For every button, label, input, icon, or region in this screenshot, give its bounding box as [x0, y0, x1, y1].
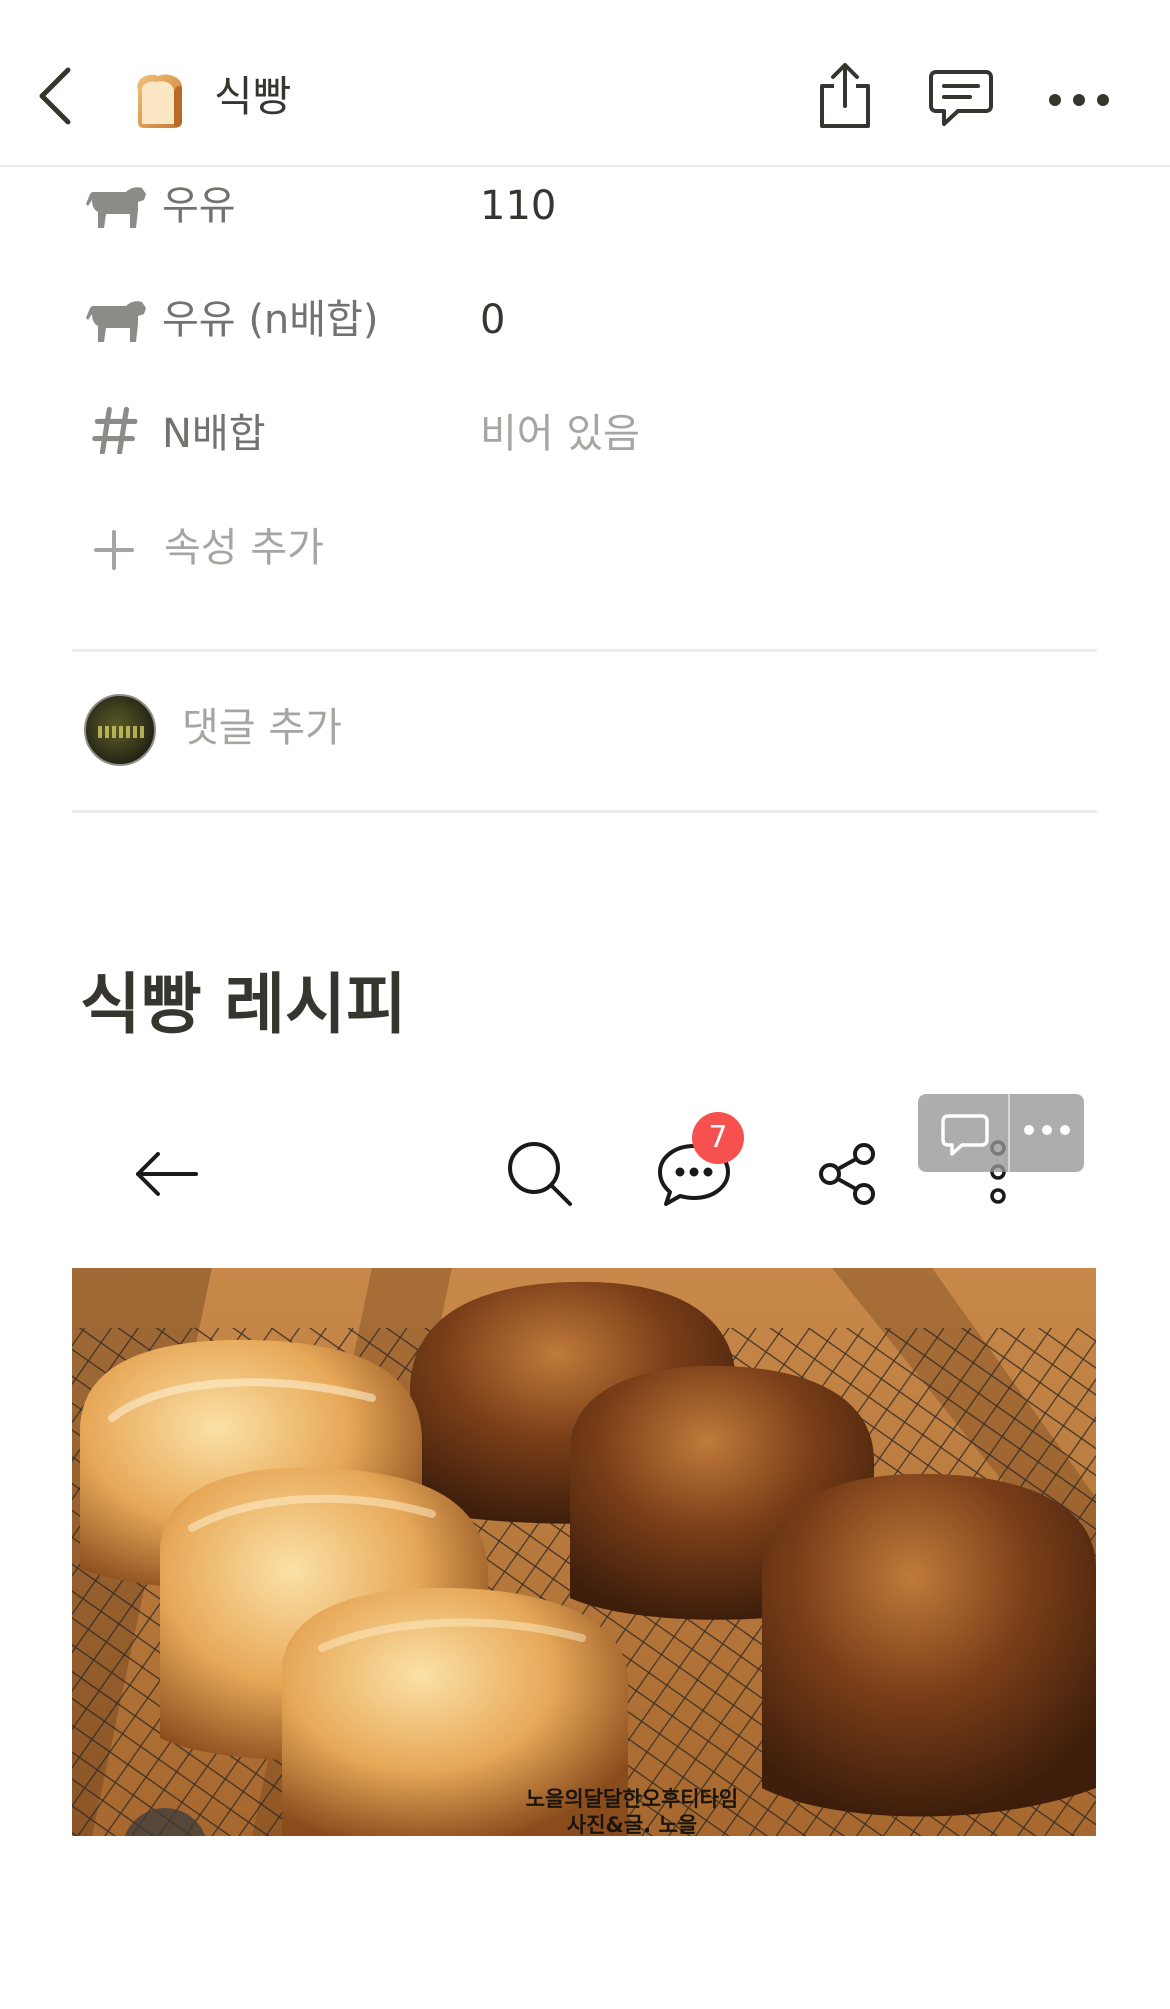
- share-nodes-icon: [816, 1140, 880, 1208]
- page-title: 식빵: [214, 72, 292, 121]
- bread-emoji-icon[interactable]: [128, 68, 190, 130]
- comment-block-icon[interactable]: [918, 1094, 1010, 1172]
- back-chevron-icon[interactable]: [30, 62, 86, 130]
- more-horizontal-icon[interactable]: [1010, 1094, 1084, 1172]
- photo-caption-line: 노을의달달한오후티타임: [525, 1787, 739, 1811]
- property-name: 우유: [162, 183, 236, 229]
- photo-caption: 노을의달달한오후티타임 사진&글. 노을: [492, 1786, 772, 1836]
- property-row-milk-n[interactable]: 우유 (n배합) 0: [86, 280, 1096, 360]
- bread-photo[interactable]: 노을의달달한오후티타임 사진&글. 노을: [72, 1268, 1096, 1836]
- section-heading: 식빵 레시피: [80, 966, 407, 1043]
- property-row-milk[interactable]: 우유 110: [86, 166, 1096, 246]
- plus-icon: [90, 526, 138, 574]
- top-navigation-bar: 식빵: [0, 0, 1170, 167]
- search-icon: [504, 1138, 576, 1210]
- cow-icon: [86, 296, 148, 344]
- more-horizontal-icon[interactable]: [1044, 82, 1114, 118]
- avatar: [84, 694, 156, 766]
- add-property-button[interactable]: 속성 추가: [86, 510, 486, 590]
- divider: [72, 649, 1097, 652]
- share-icon[interactable]: [812, 60, 878, 132]
- comment-input[interactable]: 댓글 추가: [182, 700, 342, 756]
- comments-icon[interactable]: [926, 66, 996, 132]
- property-value[interactable]: 0: [480, 292, 505, 348]
- notification-badge: 7: [692, 1112, 744, 1164]
- image-block-actions: [918, 1094, 1084, 1172]
- hash-icon: [86, 406, 148, 458]
- cow-icon: [86, 182, 148, 230]
- photo-caption-line: 사진&글. 노을: [566, 1813, 698, 1836]
- property-row-n-ratio[interactable]: N배합 비어 있음: [86, 394, 1096, 474]
- add-property-label: 속성 추가: [164, 525, 324, 571]
- add-comment-row[interactable]: 댓글 추가: [82, 690, 1092, 770]
- property-name: 우유 (n배합): [162, 297, 379, 343]
- property-name: N배합: [162, 411, 266, 457]
- divider: [72, 810, 1097, 813]
- property-value-empty[interactable]: 비어 있음: [480, 406, 640, 462]
- arrow-left-icon: [132, 1150, 200, 1198]
- property-value[interactable]: 110: [480, 178, 556, 234]
